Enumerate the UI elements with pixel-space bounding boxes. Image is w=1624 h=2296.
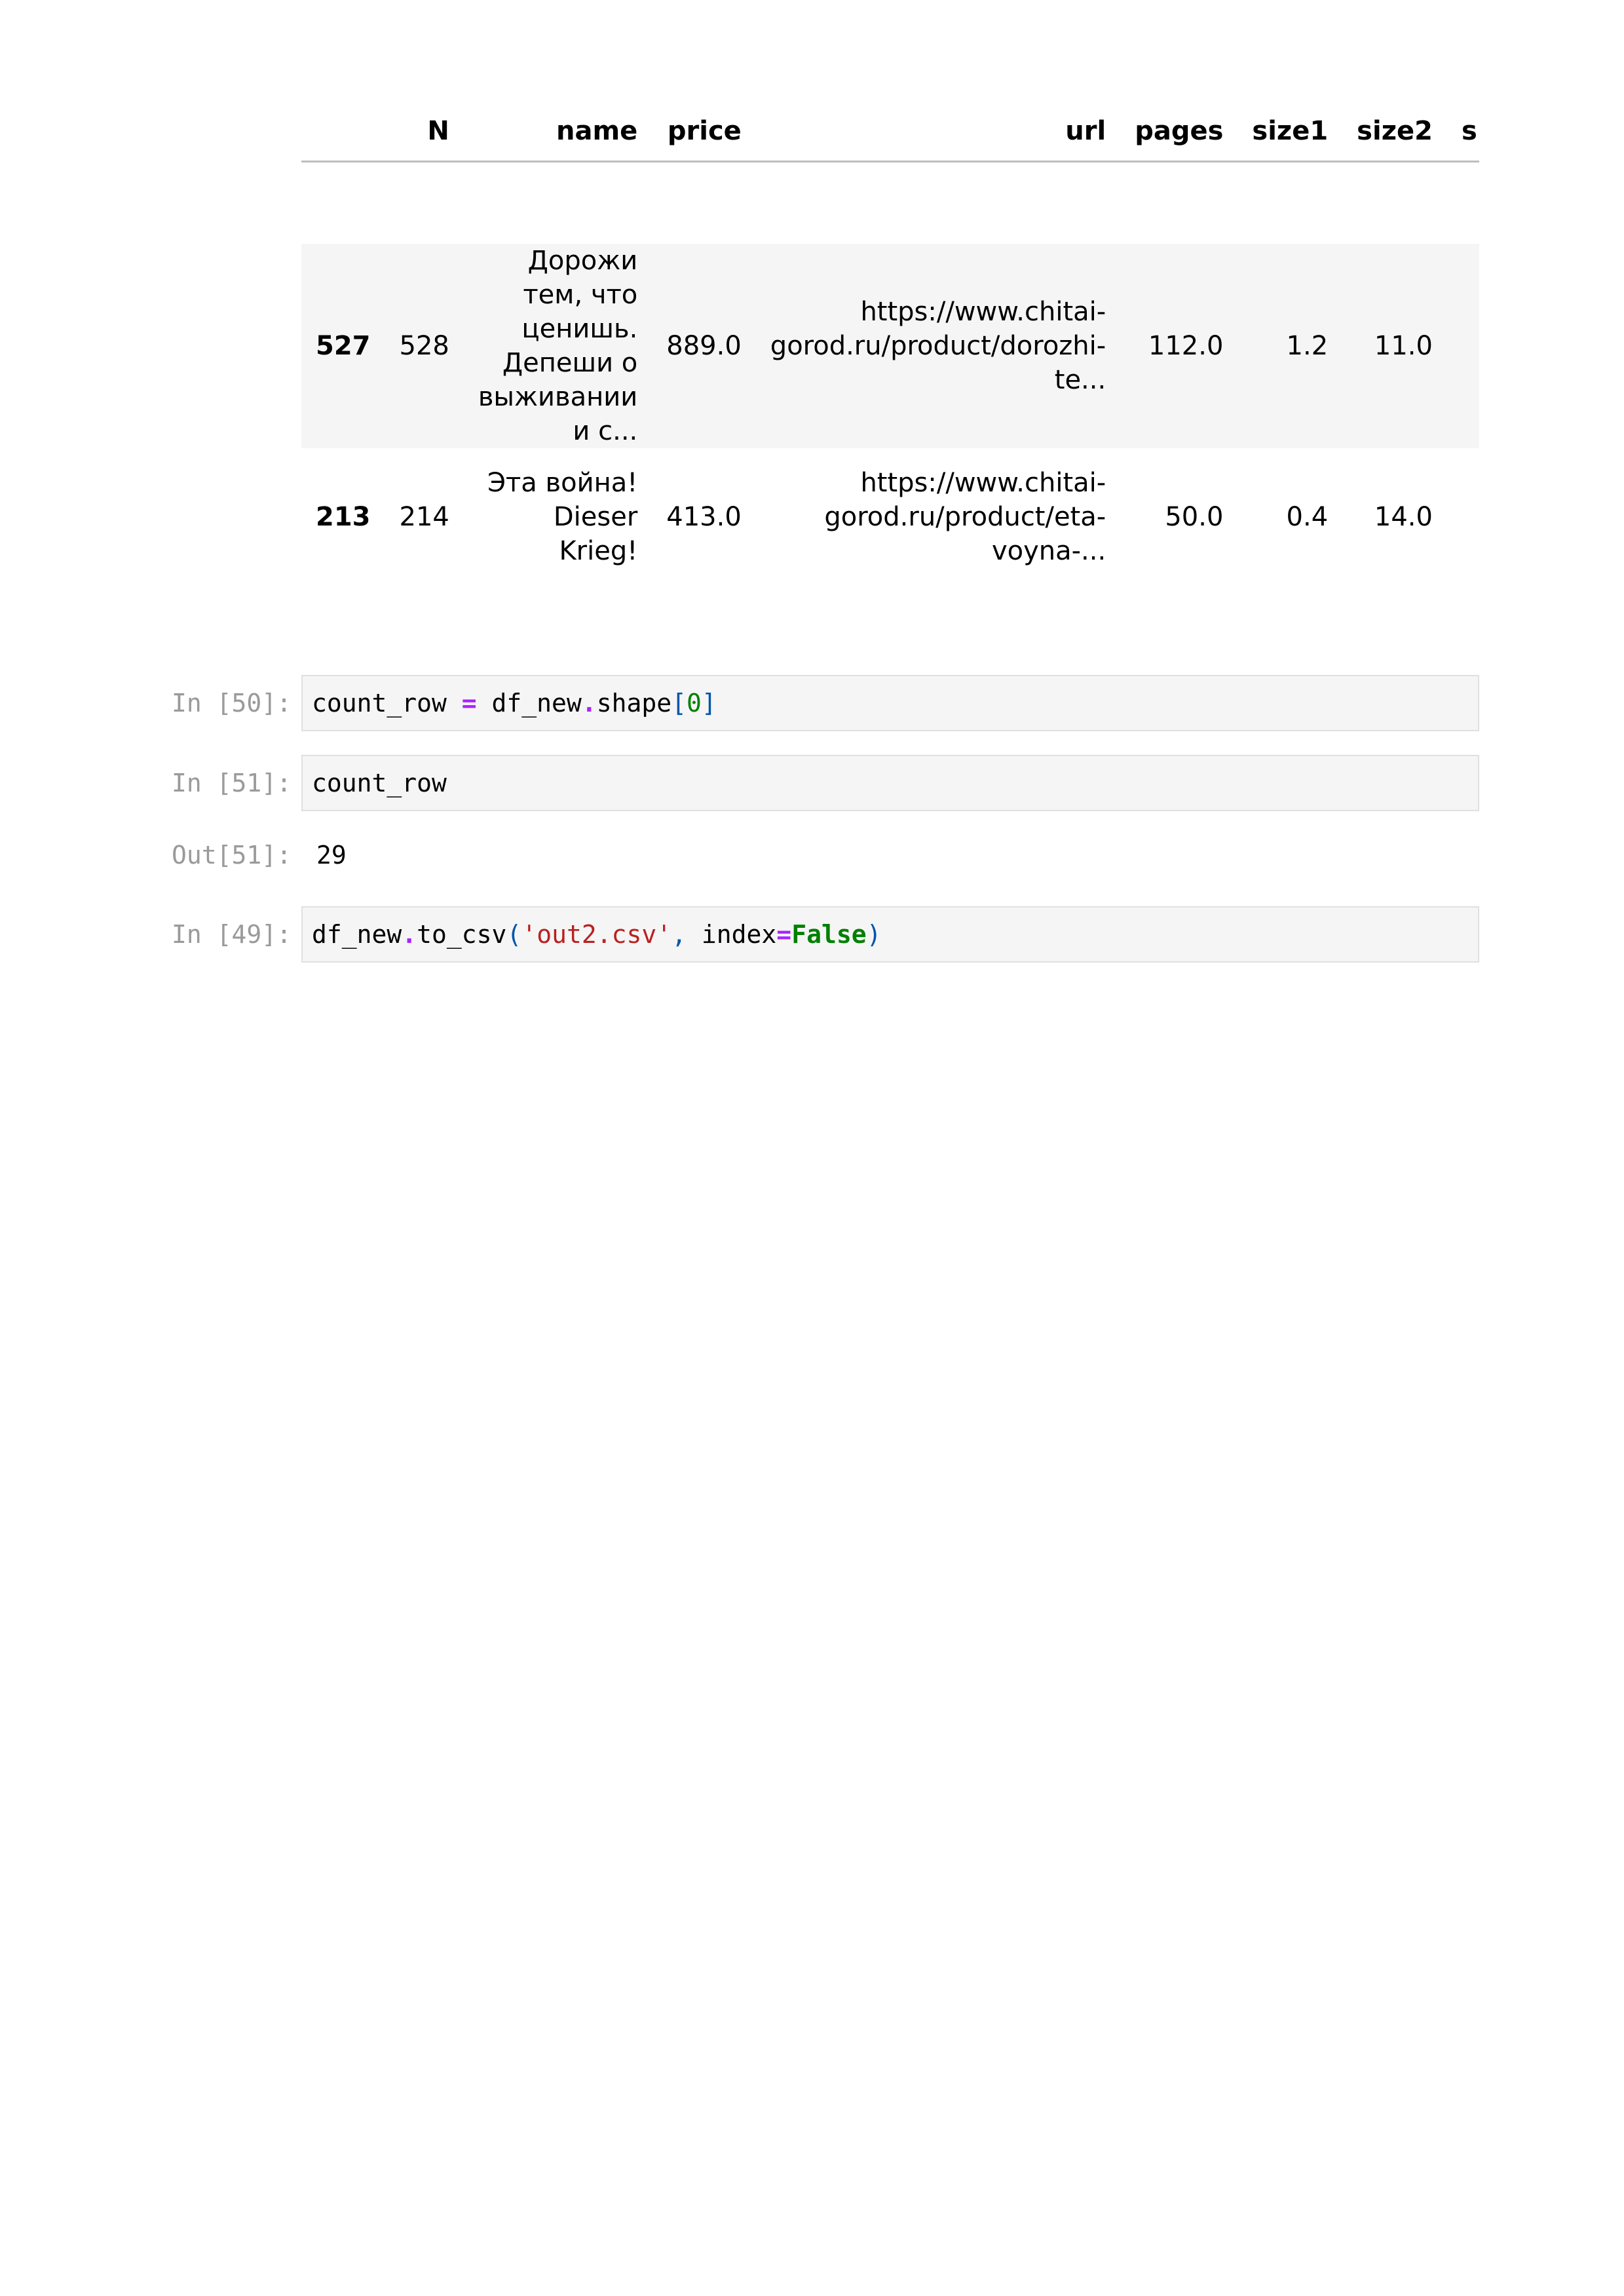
- code-token: index: [687, 920, 777, 949]
- code-keyword: False: [791, 920, 867, 949]
- header-truncated-column: s: [1461, 116, 1477, 146]
- code-token: count_row: [312, 689, 462, 718]
- code-operator: =: [461, 689, 477, 718]
- cell-size1: 0.4: [1286, 502, 1329, 532]
- code-token: to_csv: [417, 920, 507, 949]
- code-punctuation: ,: [671, 920, 687, 949]
- dataframe-output: N name price url pages size1 size2 s 527…: [301, 102, 1479, 586]
- code-token: df_new: [476, 689, 582, 718]
- row-index: 527: [316, 331, 371, 361]
- code-cell-49[interactable]: df_new.to_csv('out2.csv', index=False): [301, 906, 1479, 963]
- header-size1: size1: [1252, 116, 1329, 146]
- cell-size2: 14.0: [1374, 502, 1433, 532]
- code-token: shape: [596, 689, 672, 718]
- header-index: [301, 102, 385, 162]
- code-number: 0: [687, 689, 702, 718]
- header-size2: size2: [1357, 116, 1433, 146]
- cell-pages: 50.0: [1165, 502, 1224, 532]
- cell-n: 528: [399, 331, 449, 361]
- header-n: N: [427, 116, 449, 146]
- code-token: count_row: [312, 769, 447, 797]
- cell-truncated: [1447, 244, 1479, 448]
- header-url: url: [1065, 116, 1106, 146]
- cell-size2: 11.0: [1374, 331, 1433, 361]
- code-string: 'out2.csv': [521, 920, 672, 949]
- code-operator: .: [402, 920, 417, 949]
- header-pages: pages: [1135, 116, 1224, 146]
- input-prompt-49: In [49]:: [172, 920, 292, 949]
- code-cell-50[interactable]: count_row = df_new.shape[0]: [301, 675, 1479, 731]
- row-index: 213: [316, 502, 371, 532]
- cell-price: 413.0: [666, 502, 742, 532]
- code-bracket: ): [866, 920, 882, 949]
- header-price: price: [667, 116, 742, 146]
- output-prompt-51: Out[51]:: [172, 841, 292, 870]
- cell-pages: 112.0: [1148, 331, 1224, 361]
- input-prompt-51: In [51]:: [172, 769, 292, 797]
- table-row: 213 214 Эта война! Dieser Krieg! 413.0 h…: [301, 448, 1479, 586]
- code-bracket: [: [671, 689, 687, 718]
- code-bracket: ]: [701, 689, 717, 718]
- cell-price: 889.0: [666, 331, 742, 361]
- cell-name: Эта война! Dieser Krieg!: [487, 468, 638, 566]
- code-bracket: (: [506, 920, 522, 949]
- table-body: 527 528 Дорожи тем, что ценишь. Депеши о…: [301, 162, 1479, 586]
- cell-url: https://www.chitai-gorod.ru/product/eta-…: [824, 468, 1106, 566]
- cell-name: Дорожи тем, что ценишь. Депеши о выживан…: [478, 246, 638, 446]
- input-prompt-50: In [50]:: [172, 689, 292, 718]
- cell-truncated: [1447, 448, 1479, 586]
- table-header: N name price url pages size1 size2 s: [301, 102, 1479, 162]
- cell-n: 214: [399, 502, 449, 532]
- cell-size1: 1.2: [1286, 331, 1329, 361]
- table-spacer-row: [301, 162, 1479, 244]
- code-token: df_new: [312, 920, 402, 949]
- header-row: N name price url pages size1 size2 s: [301, 102, 1479, 162]
- code-cell-51[interactable]: count_row: [301, 755, 1479, 811]
- table-row: 527 528 Дорожи тем, что ценишь. Депеши о…: [301, 244, 1479, 448]
- output-value-51: 29: [316, 841, 347, 870]
- dataframe-table: N name price url pages size1 size2 s 527…: [301, 102, 1479, 586]
- header-name: name: [556, 116, 638, 146]
- cell-url: https://www.chitai-gorod.ru/product/doro…: [770, 297, 1106, 395]
- code-operator: .: [581, 689, 597, 718]
- code-operator: =: [776, 920, 792, 949]
